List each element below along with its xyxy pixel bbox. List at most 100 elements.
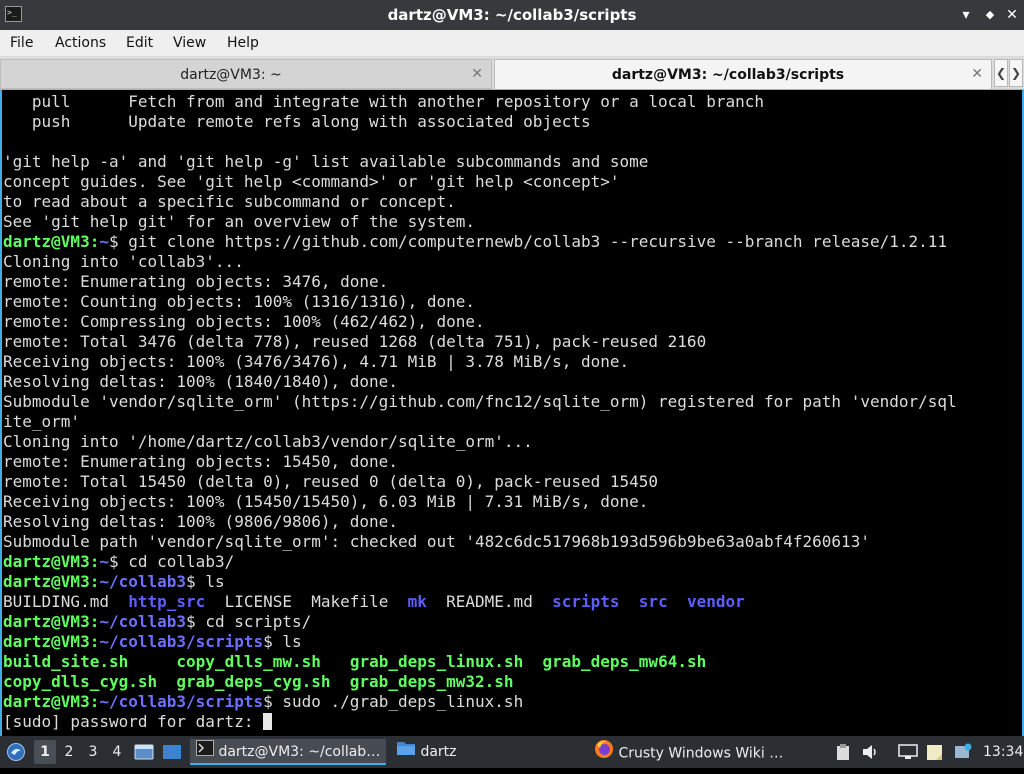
command-text: cd collab3/ <box>128 552 235 571</box>
window-switcher-icon[interactable] <box>162 736 184 768</box>
terminal-line: remote: Total 15450 (delta 0), reused 0 … <box>3 472 658 492</box>
ls-executable: copy_dlls_cyg.sh <box>3 672 158 691</box>
prompt-user: dartz@VM3 <box>3 572 90 591</box>
output-text: Receiving objects: 100% (3476/3476), 4.7… <box>3 352 630 371</box>
terminal-line: build_site.sh copy_dlls_mw.sh grab_deps_… <box>3 652 706 672</box>
network-icon[interactable] <box>898 736 920 768</box>
clock[interactable]: 13:34 <box>983 736 1023 768</box>
terminal-line: [sudo] password for dartz: <box>3 712 273 732</box>
output-text: See 'git help git' for an overview of th… <box>3 212 476 231</box>
terminal-line: ite_orm' <box>3 412 80 432</box>
maximize-button[interactable]: ◆ <box>979 0 1001 30</box>
command-text: sudo ./grab_deps_linux.sh <box>282 692 524 711</box>
output-text: pull Fetch from and integrate with anoth… <box>3 92 764 111</box>
workspace-4[interactable]: 4 <box>106 740 128 764</box>
terminal-line: remote: Enumerating objects: 3476, done. <box>3 272 388 292</box>
tab-scripts[interactable]: dartz@VM3: ~/collab3/scripts ✕ <box>494 59 992 89</box>
ls-executable: grab_deps_cyg.sh <box>176 672 331 691</box>
output-text: remote: Total 15450 (delta 0), reused 0 … <box>3 472 659 491</box>
ls-executable: grab_deps_linux.sh <box>349 652 524 671</box>
ls-file: Makefile <box>311 592 389 611</box>
prompt-path: ~/collab3/scripts <box>99 632 264 651</box>
ls-file: README.md <box>446 592 533 611</box>
window-title: dartz@VM3: ~/collab3/scripts <box>387 6 637 24</box>
window-titlebar[interactable]: >_ dartz@VM3: ~/collab3/scripts ▾ ◆ ✕ <box>0 0 1024 30</box>
terminal-line: dartz@VM3:~/collab3$ cd scripts/ <box>3 612 312 631</box>
workspace-2[interactable]: 2 <box>58 740 80 764</box>
terminal-line: Receiving objects: 100% (15450/15450), 6… <box>3 492 648 512</box>
tab-close-icon[interactable]: ✕ <box>471 60 483 88</box>
task-terminal[interactable]: dartz@VM3: ~/collab… <box>190 739 386 765</box>
command-text: cd scripts/ <box>205 612 312 631</box>
terminal-line: pull Fetch from and integrate with anoth… <box>3 92 764 112</box>
minimize-button[interactable]: ▾ <box>955 0 977 30</box>
menu-edit[interactable]: Edit <box>126 30 153 56</box>
tab-scroll-right-button[interactable]: ❯ <box>1009 59 1023 87</box>
terminal-line: remote: Counting objects: 100% (1316/131… <box>3 292 475 312</box>
prompt-user: dartz@VM3 <box>3 552 90 571</box>
show-desktop-icon[interactable] <box>134 736 156 768</box>
terminal-line: dartz@VM3:~$ cd collab3/ <box>3 552 235 571</box>
ls-directory: scripts <box>552 592 620 611</box>
terminal-line: Receiving objects: 100% (3476/3476), 4.7… <box>3 352 629 372</box>
command-text: ls <box>205 572 225 591</box>
ls-file: BUILDING.md <box>3 592 109 611</box>
terminal-line: BUILDING.md http_src LICENSE Makefile mk… <box>3 592 745 612</box>
output-text: remote: Enumerating objects: 3476, done. <box>3 272 389 291</box>
terminal-line: 'git help -a' and 'git help -g' list ava… <box>3 152 648 172</box>
terminal-line: Resolving deltas: 100% (9806/9806), done… <box>3 512 398 532</box>
taskbar: 1 2 3 4 dartz@VM3: ~/collab… dartz Crust… <box>0 736 1024 768</box>
task-label: Crusty Windows Wiki … <box>618 745 784 762</box>
volume-icon[interactable] <box>862 736 882 768</box>
ls-executable: build_site.sh <box>3 652 129 671</box>
ls-directory: vendor <box>686 592 745 611</box>
menu-view[interactable]: View <box>173 30 206 56</box>
close-button[interactable]: ✕ <box>1001 0 1023 30</box>
terminal-line: Cloning into 'collab3'... <box>3 252 244 272</box>
tab-close-icon[interactable]: ✕ <box>971 60 983 88</box>
output-text: Submodule path 'vendor/sqlite_orm': chec… <box>3 532 870 551</box>
ls-directory: mk <box>407 592 427 611</box>
workspace-3[interactable]: 3 <box>82 740 104 764</box>
terminal-icon <box>196 739 214 765</box>
output-text: Cloning into '/home/dartz/collab3/vendor… <box>3 432 533 451</box>
prompt-user: dartz@VM3 <box>3 692 90 711</box>
folder-icon <box>396 739 416 765</box>
ls-executable: copy_dlls_mw.sh <box>176 652 321 671</box>
task-firefox[interactable]: Crusty Windows Wiki … <box>590 739 800 765</box>
menu-actions[interactable]: Actions <box>55 30 106 56</box>
prompt-user: dartz@VM3 <box>3 232 90 251</box>
application-menu-icon[interactable] <box>6 736 26 768</box>
ls-executable: grab_deps_mw64.sh <box>542 652 707 671</box>
menu-help[interactable]: Help <box>227 30 259 56</box>
text-cursor <box>263 713 273 730</box>
tab-scroll-left-button[interactable]: ❮ <box>994 59 1008 87</box>
prompt-path: ~ <box>99 232 109 251</box>
ls-file: LICENSE <box>224 592 292 611</box>
prompt-path: ~/collab3/scripts <box>99 692 264 711</box>
output-text: remote: Compressing objects: 100% (462/4… <box>3 312 485 331</box>
task-label: dartz@VM3: ~/collab… <box>218 744 381 760</box>
workspace-1[interactable]: 1 <box>34 740 56 764</box>
tab-home[interactable]: dartz@VM3: ~ ✕ <box>0 59 492 89</box>
clipboard-tray-icon[interactable] <box>836 736 854 768</box>
menu-file[interactable]: File <box>10 30 33 56</box>
prompt-path: ~ <box>99 552 109 571</box>
output-text: remote: Enumerating objects: 15450, done… <box>3 452 398 471</box>
output-text: 'git help -a' and 'git help -g' list ava… <box>3 152 649 171</box>
prompt-path: ~/collab3 <box>99 612 187 631</box>
update-notifier-icon[interactable] <box>954 736 974 768</box>
task-file-manager[interactable]: dartz <box>390 739 580 765</box>
terminal-line: Resolving deltas: 100% (1840/1840), done… <box>3 372 398 392</box>
output-text: ite_orm' <box>3 412 81 431</box>
terminal-line: push Update remote refs along with assoc… <box>3 112 591 132</box>
output-text: [sudo] password for dartz: <box>3 712 264 731</box>
terminal-view[interactable]: pull Fetch from and integrate with anoth… <box>0 90 1024 736</box>
task-label: dartz <box>420 744 457 760</box>
menu-bar: File Actions Edit View Help <box>0 30 1024 56</box>
terminal-line: dartz@VM3:~$ git clone https://github.co… <box>3 232 948 251</box>
prompt-user: dartz@VM3 <box>3 632 90 651</box>
output-text: Submodule 'vendor/sqlite_orm' (https://g… <box>3 392 957 411</box>
notes-tray-icon[interactable] <box>926 736 948 768</box>
output-text: remote: Total 3476 (delta 778), reused 1… <box>3 332 707 351</box>
